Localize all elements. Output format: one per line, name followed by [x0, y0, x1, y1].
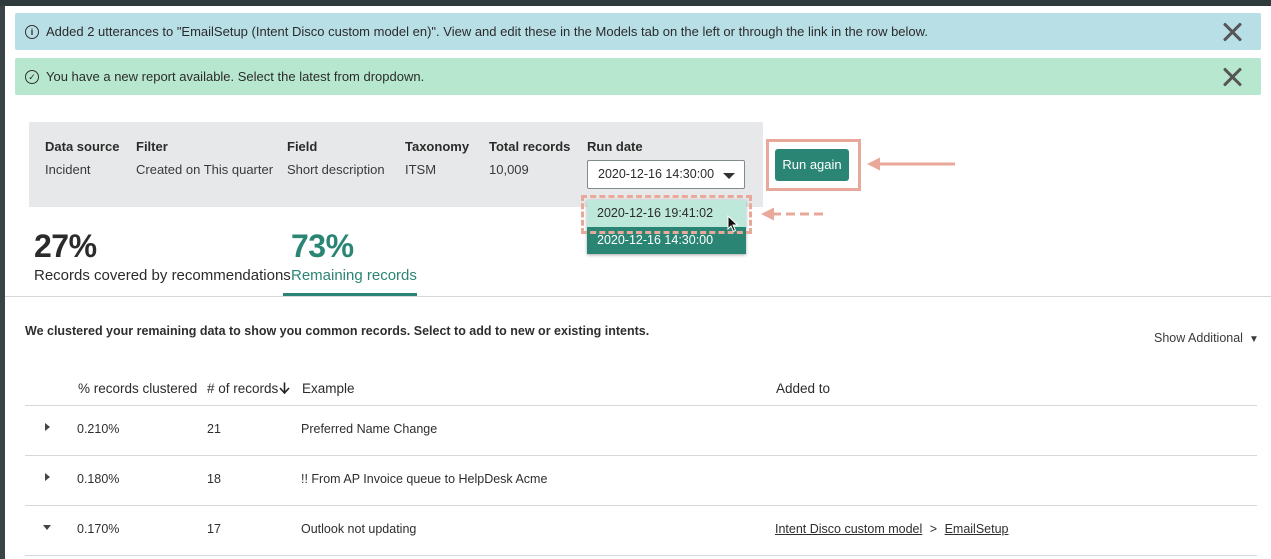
covered-label: Records covered by recommendations — [34, 267, 291, 284]
row-count: 17 — [207, 522, 221, 536]
left-edge — [0, 6, 5, 559]
data-source-value: Incident — [45, 162, 91, 177]
breadcrumb-separator: > — [929, 522, 938, 536]
filter-value: Created on This quarter — [136, 162, 274, 177]
close-icon[interactable] — [1222, 67, 1242, 87]
header-added-to[interactable]: Added to — [776, 381, 830, 396]
remaining-percentage: 73% — [291, 228, 354, 264]
run-date-label: Run date — [587, 139, 643, 154]
dashed-arrow-left-icon — [761, 207, 827, 221]
intent-link[interactable]: EmailSetup — [945, 522, 1009, 536]
caret-down-icon — [723, 173, 735, 179]
model-link[interactable]: Intent Disco custom model — [775, 522, 922, 536]
top-bar — [0, 0, 1271, 6]
arrow-left-icon — [867, 157, 955, 171]
row-example[interactable]: Outlook not updating — [301, 522, 416, 536]
row-pct: 0.180% — [77, 472, 120, 486]
show-additional-toggle[interactable]: Show Additional ▼ — [1154, 331, 1259, 345]
row-divider — [25, 505, 1257, 506]
info-icon: i — [25, 24, 39, 39]
row-divider — [25, 455, 1257, 456]
close-icon[interactable] — [1222, 22, 1242, 42]
row-example[interactable]: Preferred Name Change — [301, 422, 437, 436]
row-divider — [25, 555, 1257, 556]
total-records-field: Total records 10,009 — [489, 139, 570, 177]
taxonomy-value: ITSM — [405, 162, 437, 177]
row-count: 21 — [207, 422, 221, 436]
info-banner: i Added 2 utterances to "EmailSetup (Int… — [15, 13, 1261, 50]
run-date-select[interactable]: 2020-12-16 14:30:00 — [587, 160, 745, 189]
triangle-down-icon: ▼ — [1248, 334, 1259, 345]
row-pct: 0.210% — [77, 422, 120, 436]
header-divider — [25, 405, 1257, 406]
mouse-cursor-icon — [727, 215, 739, 233]
total-records-value: 10,009 — [489, 162, 529, 177]
success-banner-text: You have a new report available. Select … — [46, 69, 425, 84]
field-value: Short description — [287, 162, 385, 177]
filter-field: Filter Created on This quarter — [136, 139, 273, 177]
run-date-field: Run date — [587, 139, 643, 154]
tab-remaining-records[interactable]: 73% Remaining records — [291, 228, 417, 284]
filter-label: Filter — [136, 139, 168, 154]
info-banner-text: Added 2 utterances to "EmailSetup (Inten… — [46, 24, 928, 39]
taxonomy-field: Taxonomy ITSM — [405, 139, 469, 177]
total-records-label: Total records — [489, 139, 571, 154]
taxonomy-label: Taxonomy — [405, 139, 470, 154]
tab-covered-records[interactable]: 27% Records covered by recommendations — [34, 228, 291, 284]
show-additional-label: Show Additional — [1154, 331, 1243, 345]
field-label: Field — [287, 139, 318, 154]
solid-highlight-box — [766, 139, 861, 191]
check-circle-icon: ✓ — [25, 69, 39, 84]
expand-row-icon[interactable] — [45, 423, 50, 431]
header-pct-clustered[interactable]: % records clustered — [78, 381, 197, 396]
sort-down-arrow-icon — [279, 382, 290, 395]
section-divider — [5, 296, 1271, 297]
row-pct: 0.170% — [77, 522, 120, 536]
header-record-count-label: # of records — [207, 381, 279, 396]
expand-row-icon[interactable] — [45, 473, 50, 481]
remaining-label: Remaining records — [291, 267, 417, 284]
field-field: Field Short description — [287, 139, 385, 177]
run-date-selected-value: 2020-12-16 14:30:00 — [598, 167, 715, 181]
data-source-label: Data source — [45, 139, 120, 154]
data-source-field: Data source Incident — [45, 139, 119, 177]
header-example[interactable]: Example — [302, 381, 355, 396]
row-example[interactable]: !! From AP Invoice queue to HelpDesk Acm… — [301, 472, 547, 486]
cluster-intro-text: We clustered your remaining data to show… — [25, 324, 650, 338]
header-record-count[interactable]: # of records — [207, 381, 290, 396]
row-added-to: Intent Disco custom model > EmailSetup — [775, 522, 1009, 536]
row-count: 18 — [207, 472, 221, 486]
covered-percentage: 27% — [34, 228, 97, 264]
success-banner: ✓ You have a new report available. Selec… — [15, 58, 1261, 95]
collapse-row-icon[interactable] — [43, 525, 51, 530]
